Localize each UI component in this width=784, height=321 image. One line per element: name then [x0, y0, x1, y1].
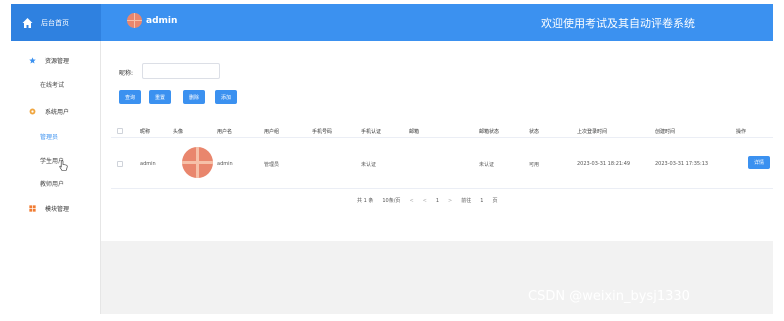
pagination: 共 1 条 10条/页 < < 1 > 前往 1 页 — [357, 197, 506, 205]
column-header[interactable]: 用户组 — [264, 128, 279, 135]
app-frame: 后台首页 admin 欢迎使用考试及其自动评卷系统 资源管理 在线考试 系统用户… — [11, 4, 773, 314]
menu-group-modules[interactable]: 模块管理 — [11, 201, 101, 215]
goto-suffix: 页 — [492, 198, 498, 204]
cell-email-state: 未认证 — [479, 162, 495, 168]
column-header: 昵称 — [140, 129, 151, 135]
pagination-total: 共 1 条 — [357, 198, 374, 204]
sidebar-item-teachers[interactable]: 教师用户 — [40, 179, 64, 188]
top-bar: 后台首页 admin 欢迎使用考试及其自动评卷系统 — [11, 4, 773, 41]
add-button[interactable]: 添加 — [215, 90, 237, 104]
next-page-icon[interactable]: > — [448, 198, 452, 204]
sidebar-item-online-exam[interactable]: 在线考试 — [40, 80, 64, 89]
main-panel: 昵称: 查询 重置 删除 添加 昵称 头像 用户名 用户组 手机号码 手机认证 … — [101, 41, 773, 241]
select-all-checkbox[interactable] — [117, 128, 123, 134]
goto-page-input[interactable]: 1 — [480, 198, 483, 204]
column-header[interactable]: 上次登录时间 — [577, 128, 607, 135]
prev-page-button[interactable]: < — [423, 198, 427, 204]
column-header[interactable]: 邮箱 — [409, 128, 419, 135]
current-page[interactable]: 1 — [436, 198, 439, 204]
prev-page-icon[interactable]: < — [409, 198, 413, 204]
goto-label: 前往 — [461, 198, 472, 204]
cell-phone-state: 未认证 — [361, 162, 377, 168]
menu-group-system-users[interactable]: 系统用户 — [11, 104, 101, 118]
avatar-icon — [182, 147, 213, 178]
home-link[interactable]: 后台首页 — [11, 4, 101, 41]
column-header: 操作 — [736, 129, 747, 135]
cell-status: 可用 — [529, 162, 540, 168]
cell-group: 管理员 — [264, 162, 280, 168]
row-checkbox[interactable] — [117, 161, 123, 167]
star-icon — [29, 56, 36, 64]
reset-button[interactable]: 重置 — [149, 90, 171, 104]
table-row: admin admin 管理员 未认证 未认证 可用 2023-03-31 18… — [111, 139, 773, 189]
cell-username: admin — [217, 161, 233, 167]
column-header: 头像 — [173, 129, 184, 135]
username: admin — [146, 15, 178, 26]
menu-group-label: 系统用户 — [45, 108, 70, 116]
hand-cursor-icon — [59, 160, 68, 171]
nickname-search-input[interactable] — [142, 63, 220, 79]
user-menu[interactable]: admin — [127, 13, 177, 28]
detail-button[interactable]: 详情 — [748, 156, 770, 169]
home-icon — [22, 17, 33, 28]
table-header: 昵称 头像 用户名 用户组 手机号码 手机认证 邮箱 邮箱状态 状态 上次登录时… — [111, 124, 773, 138]
delete-button[interactable]: 删除 — [183, 90, 205, 104]
watermark: CSDN @weixin_bysj1330 — [528, 289, 690, 304]
column-header[interactable]: 邮箱状态 — [479, 128, 499, 135]
menu-group-label: 资源管理 — [45, 57, 70, 65]
system-title: 欢迎使用考试及其自动评卷系统 — [541, 17, 695, 30]
column-header[interactable]: 手机认证 — [361, 128, 381, 135]
search-label: 昵称: — [119, 70, 134, 77]
column-header[interactable]: 状态 — [529, 128, 539, 135]
grid-icon — [29, 204, 36, 212]
menu-group-label: 模块管理 — [45, 205, 70, 213]
home-label: 后台首页 — [41, 18, 69, 27]
cell-last-login: 2023-03-31 18:21:49 — [577, 161, 631, 167]
page-size-select[interactable]: 10条/页 — [382, 197, 400, 204]
sidebar-item-admin[interactable]: 管理员 — [40, 132, 58, 141]
column-header[interactable]: 手机号码 — [312, 128, 332, 135]
sidebar: 资源管理 在线考试 系统用户 管理员 学生用户 教师用户 模块管理 — [11, 41, 101, 314]
column-header[interactable]: 用户名 — [217, 128, 232, 135]
cell-created: 2023-03-31 17:35:13 — [655, 161, 709, 167]
menu-group-resources[interactable]: 资源管理 — [11, 53, 101, 67]
cell-nickname: admin — [140, 161, 156, 167]
avatar-icon — [127, 13, 142, 28]
gear-icon — [29, 108, 36, 114]
search-button[interactable]: 查询 — [119, 90, 141, 104]
column-header[interactable]: 创建时间 — [655, 128, 675, 135]
